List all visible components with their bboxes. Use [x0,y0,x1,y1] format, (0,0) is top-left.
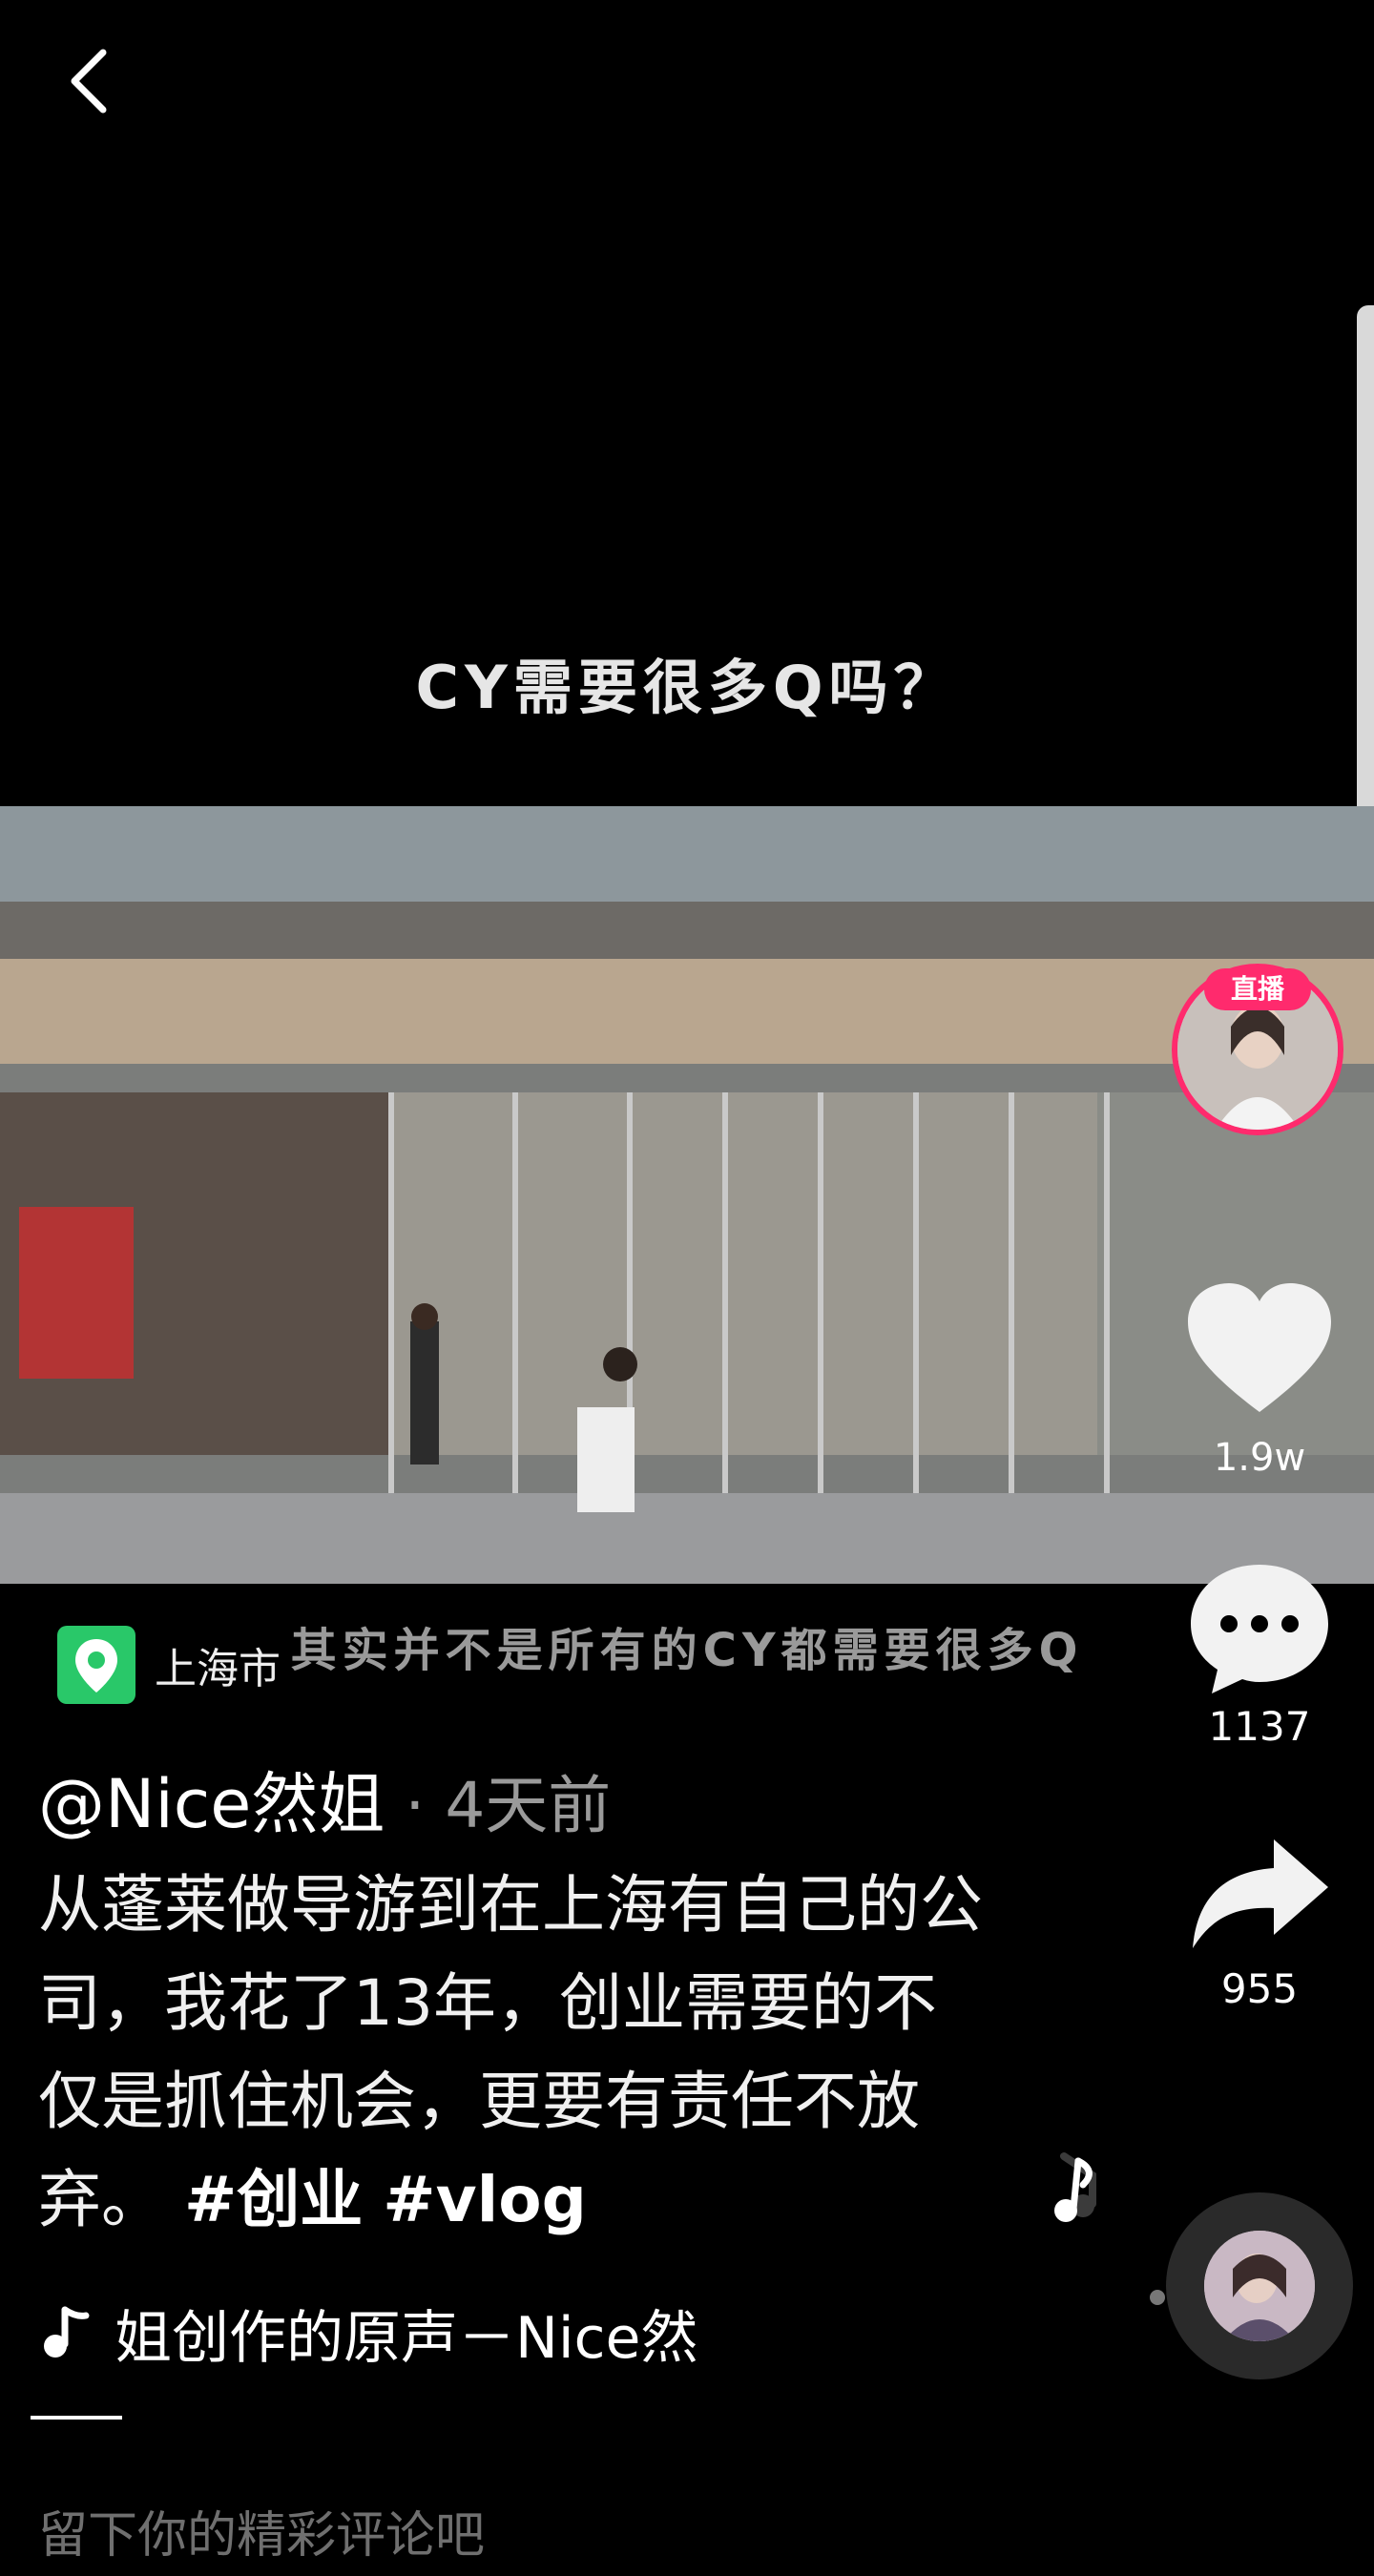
post-time: · 4天前 [385,1769,612,1842]
hashtag[interactable]: #创业 [184,2163,363,2236]
like-button[interactable] [1183,1278,1336,1422]
comment-count: 1137 [1208,1703,1311,1750]
share-count: 955 [1220,1965,1299,2012]
heart-icon [1188,1283,1331,1412]
like-count: 1.9w [1213,1436,1306,1480]
hashtag[interactable]: #vlog [383,2163,587,2236]
comment-bubble-icon [1191,1565,1328,1693]
location-label: 上海市 [155,1645,281,1693]
music-disc-cover [1204,2231,1315,2341]
map-pin-icon [57,1626,135,1704]
author-name[interactable]: @Nice然姐 [38,1765,385,1843]
video-caption-top: CY需要很多Q吗？ [415,653,959,722]
location-tag[interactable]: 上海市 [57,1626,281,1704]
post-description: 从蓬莱做导游到在上海有自己的公司，我花了13年，创业需要的不仅是抓住机会，更要有… [38,1856,992,2249]
divider [31,2416,122,2420]
live-badge: 直播 [1204,968,1311,1010]
music-title: 姐创作的原声－Nice然 [114,2304,698,2372]
music-note-icon [44,2306,90,2358]
music-note-icon [1054,2157,1093,2222]
music-dot [1150,2290,1165,2305]
back-button[interactable] [57,38,124,124]
comment-button[interactable] [1183,1555,1336,1698]
author-line: @Nice然姐 · 4天前 [38,1751,611,1847]
music-bar[interactable]: 姐创作的原声－Nice然 [38,2295,782,2372]
chevron-left-icon [71,49,107,114]
share-button[interactable] [1183,1832,1336,1956]
comment-input[interactable]: 留下你的精彩评论吧 [38,2495,485,2566]
scroll-indicator[interactable] [1357,305,1374,830]
share-arrow-icon [1193,1839,1328,1948]
